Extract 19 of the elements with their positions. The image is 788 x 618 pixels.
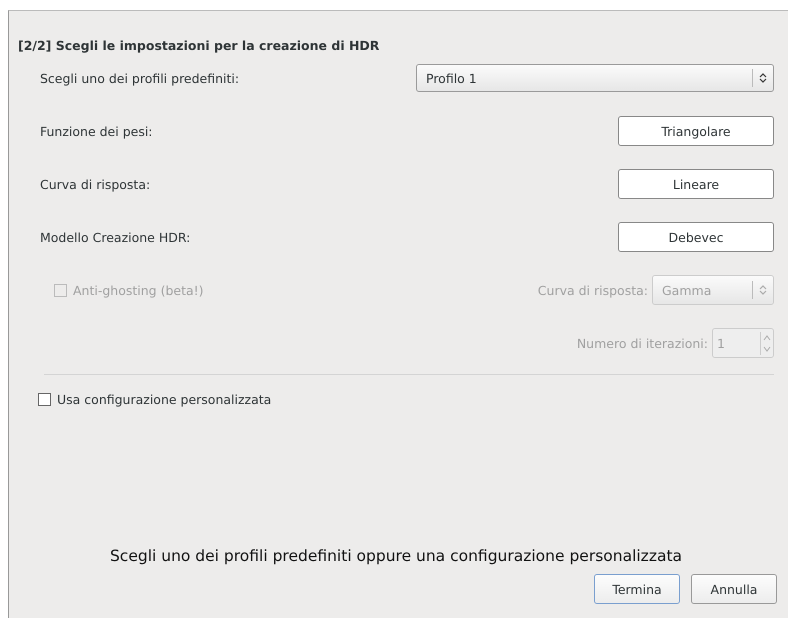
setting-button[interactable]: Lineare: [618, 169, 774, 199]
curve-label: Curva di risposta:: [538, 282, 648, 298]
dialog-button[interactable]: Annulla: [691, 574, 777, 604]
profile-dropdown[interactable]: Profilo 1: [416, 64, 774, 92]
iterations-label: Numero di iterazioni:: [576, 336, 708, 350]
updown-arrows-icon: [759, 72, 767, 84]
setting-button[interactable]: Triangolare: [618, 116, 774, 146]
dialog-heading: [2/2] Scegli le impostazioni per la creazione di HDR: [18, 38, 380, 53]
setting-button[interactable]: Debevec: [618, 222, 774, 252]
hint-message: Scegli uno dei profili predefiniti oppure una configurazione personalizzata: [108, 547, 684, 565]
anti-ghosting-label: Anti-ghosting (beta!): [73, 282, 204, 298]
custom-config-label: Usa configurazione personalizzata: [57, 392, 272, 407]
dialog-button[interactable]: Termina: [594, 574, 680, 604]
setting-label: Funzione dei pesi:: [40, 124, 153, 138]
updown-arrows-icon: [759, 284, 767, 296]
profile-label: Scegli uno dei profili predefiniti:: [40, 70, 240, 86]
setting-label: Curva di risposta:: [40, 176, 150, 192]
setting-label: Modello Creazione HDR:: [40, 230, 190, 244]
custom-config-checkbox[interactable]: [38, 393, 51, 406]
